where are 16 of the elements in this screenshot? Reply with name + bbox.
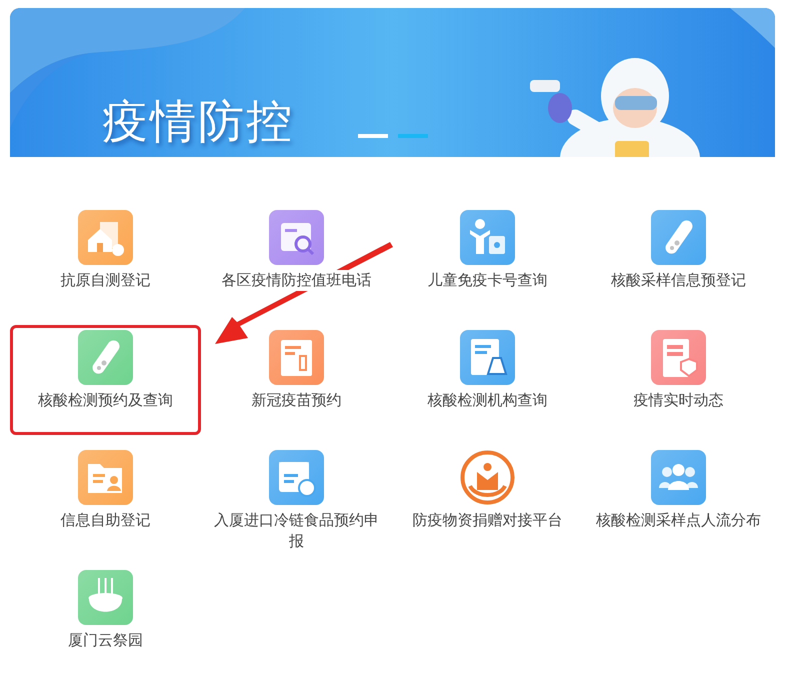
child-icon[interactable] [460,210,515,265]
title-dash [398,134,428,138]
document-search-icon[interactable] [269,210,324,265]
document-shield-icon[interactable] [651,330,706,385]
document-flask-icon[interactable] [460,330,515,385]
title-dash [358,134,388,138]
test-tube-icon[interactable] [78,330,133,385]
folder-person-icon[interactable] [78,450,133,505]
document-syringe-icon[interactable] [269,330,324,385]
test-tube-icon[interactable] [651,210,706,265]
calendar-snowflake-icon[interactable] [269,450,324,505]
hands-emblem-icon[interactable] [460,450,515,505]
house-icon[interactable] [78,210,133,265]
people-icon[interactable] [651,450,706,505]
banner-title: 疫情防控 [102,94,294,150]
incense-pot-icon[interactable] [78,570,133,625]
